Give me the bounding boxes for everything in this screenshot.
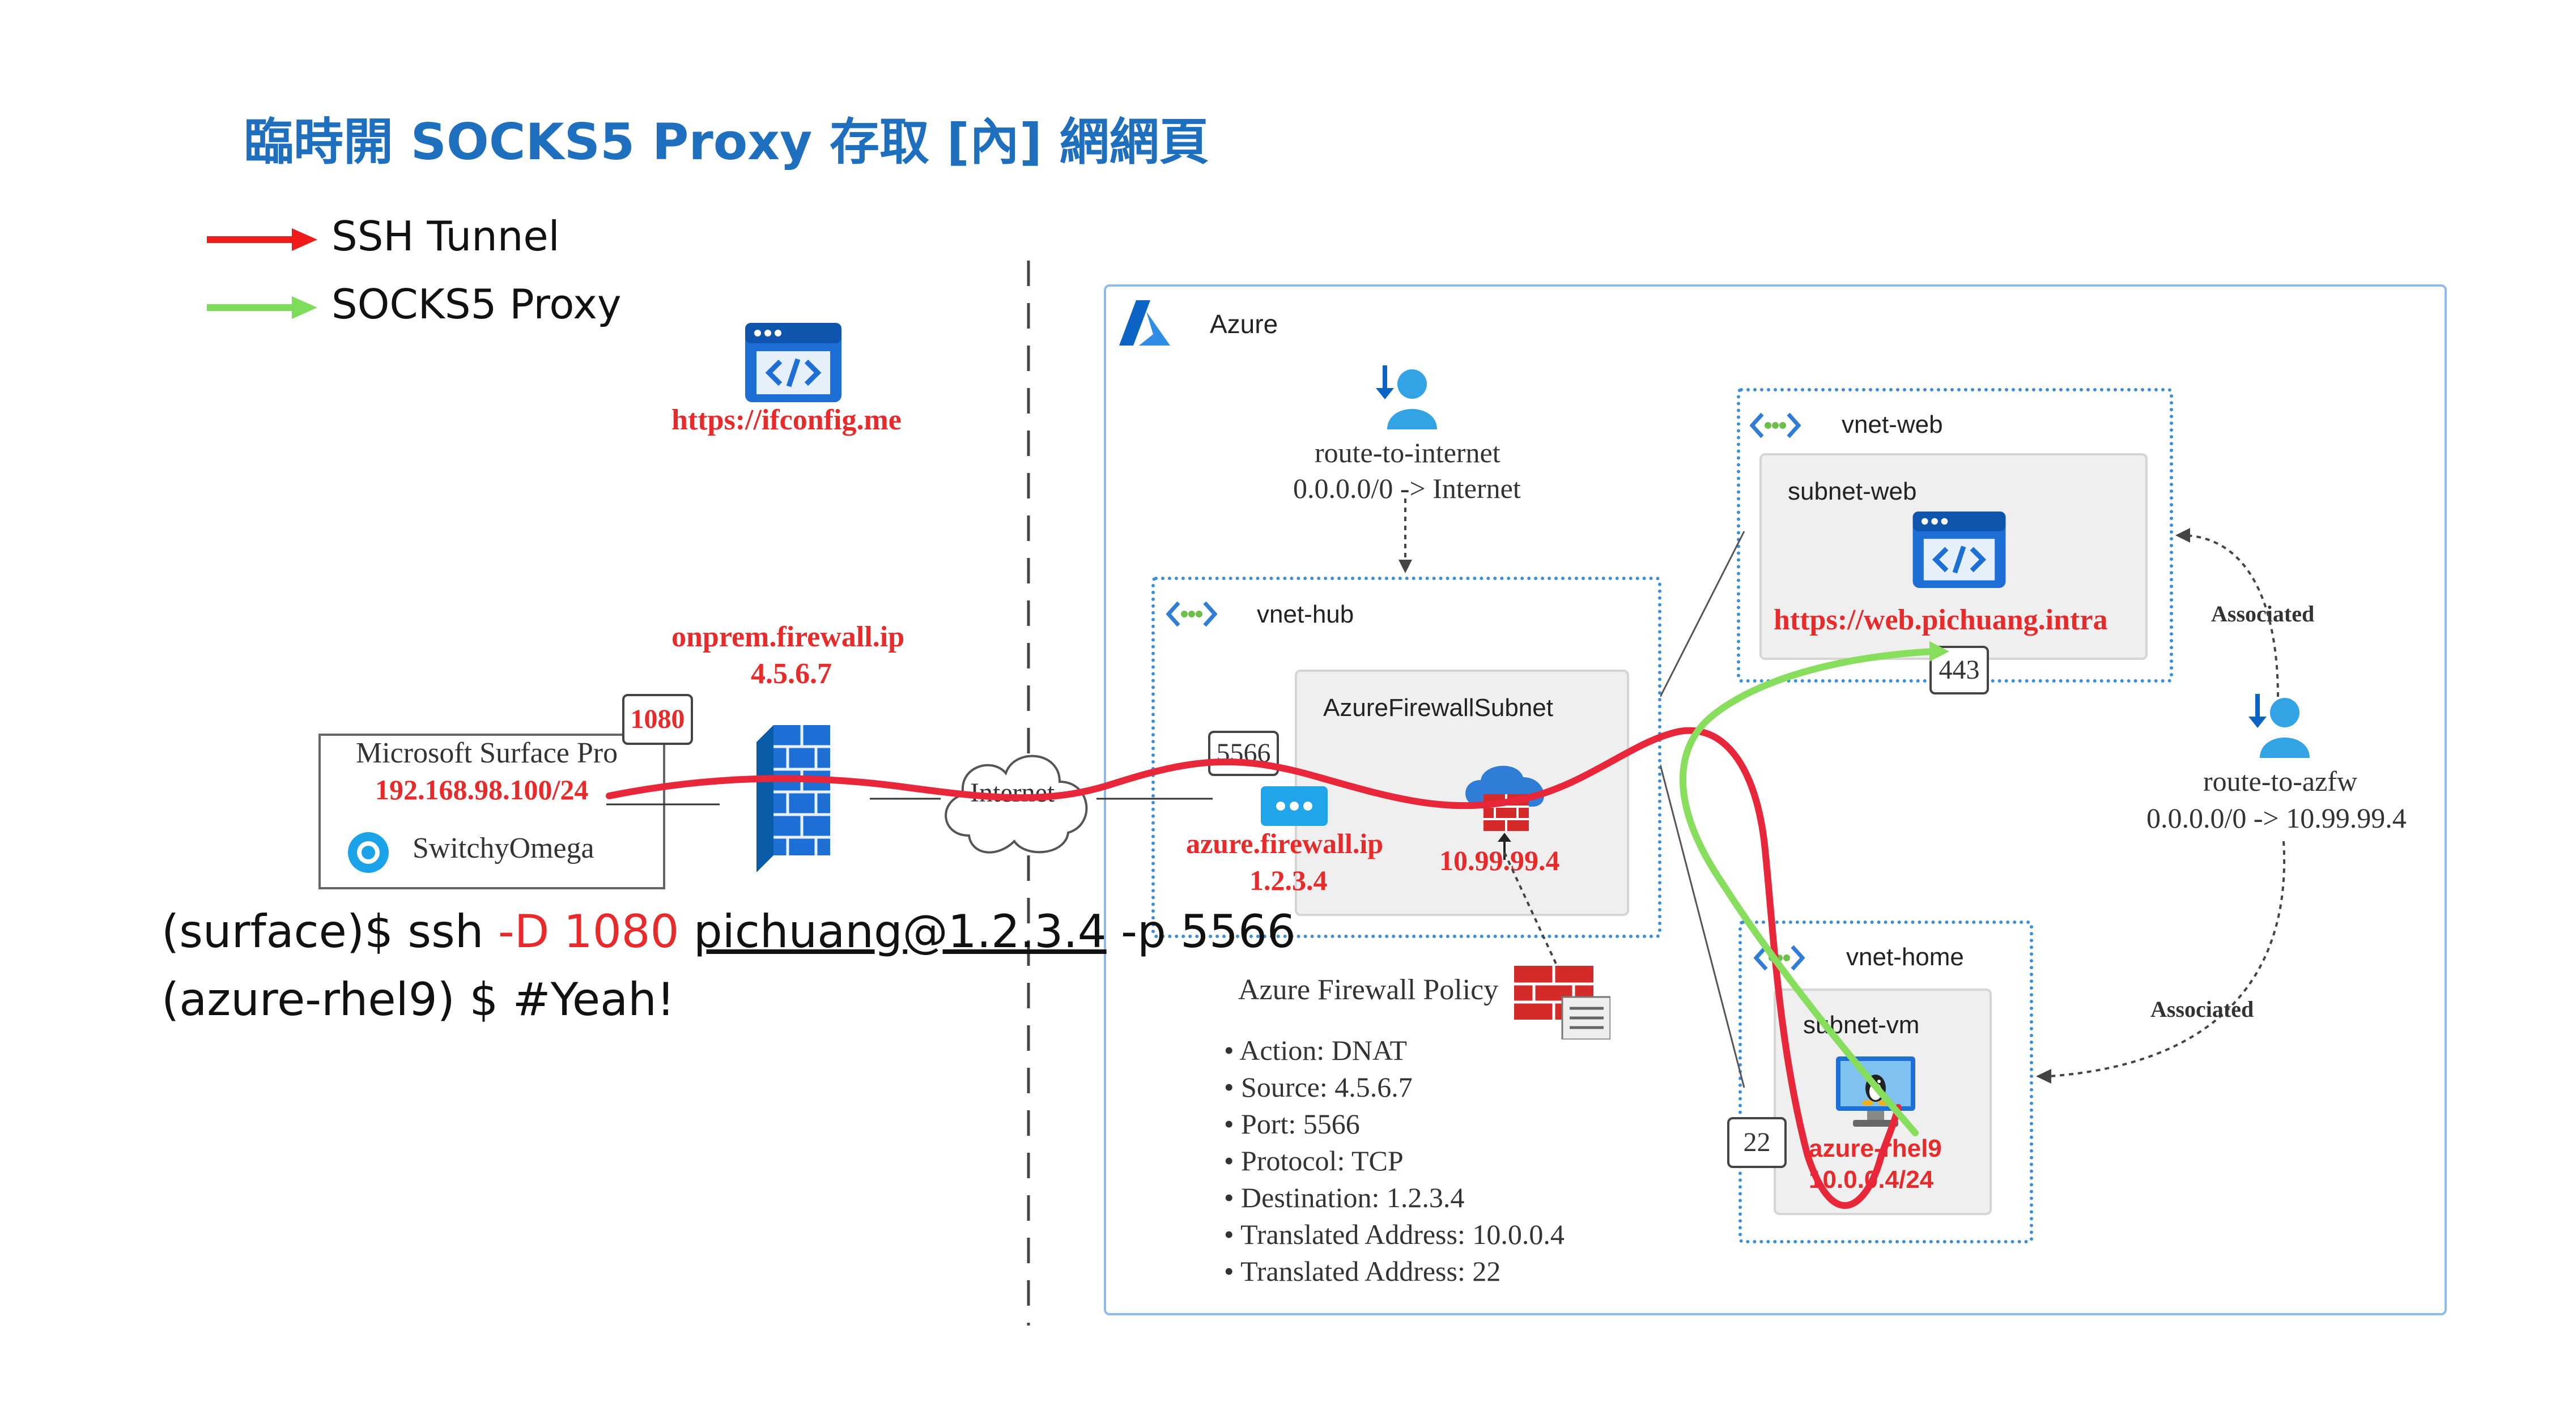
ssh-command-port: -p 5566 [1106,905,1296,958]
socks5-proxy-path [1679,648,1936,1136]
ssh-command-prompt: (surface)$ ssh [161,905,498,958]
ssh-tunnel-path [606,727,1902,1209]
ssh-target: pichuang@1.2.3.4 [693,905,1107,958]
ssh-command-line: (surface)$ ssh -D 1080 pichuang@1.2.3.4 … [161,905,1296,958]
rhel-prompt-line: (azure-rhel9) $ #Yeah! [161,973,675,1026]
traffic-paths [606,641,1949,1209]
ssh-command-space [679,905,693,958]
ssh-dynamic-flag: -D 1080 [498,905,679,958]
socks5-proxy-arrowhead [1929,641,1949,662]
